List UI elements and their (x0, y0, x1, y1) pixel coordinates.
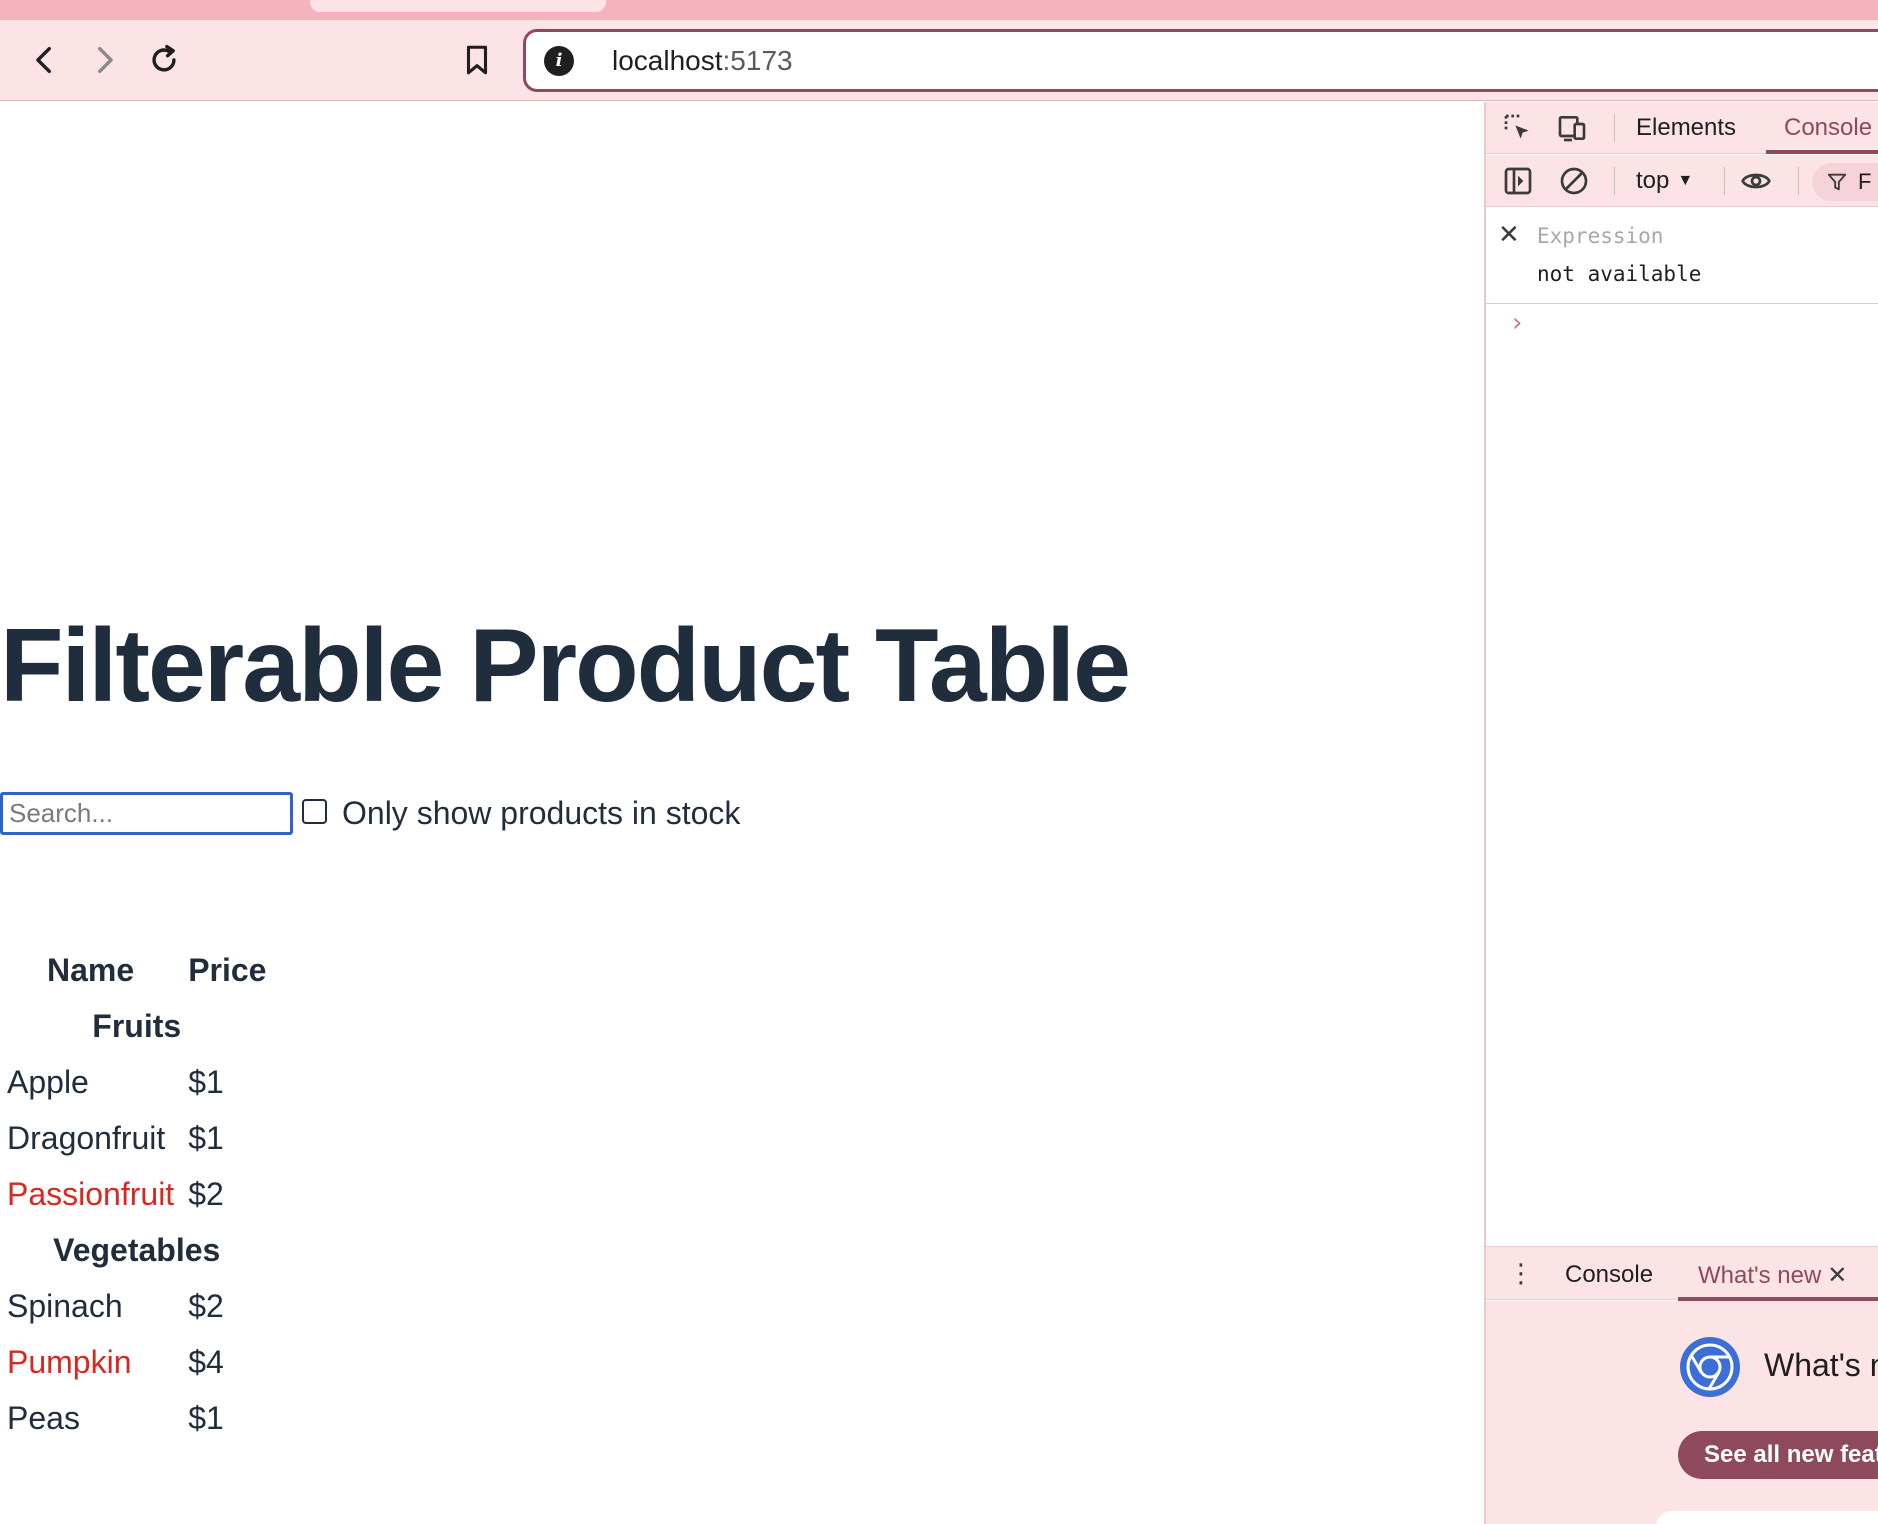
forward-button[interactable] (82, 38, 126, 82)
header-name: Name (47, 951, 135, 988)
inspect-element-icon (1504, 114, 1529, 139)
drawer-tab-bar: ⋮ Console What's new ✕ (1486, 1246, 1878, 1301)
feature-card (1656, 1511, 1878, 1524)
device-toolbar-icon (1558, 116, 1586, 142)
clear-console-icon (1560, 167, 1588, 195)
sidebar-toggle-icon (1504, 167, 1532, 195)
tab-console[interactable]: Console (1784, 114, 1872, 142)
category-row: Fruits (0, 998, 273, 1054)
in-stock-label: Only show products in stock (342, 795, 741, 831)
inspect-element-button[interactable] (1502, 112, 1534, 144)
toolbar-separator (1724, 167, 1725, 195)
category-fruits: Fruits (92, 1007, 182, 1044)
devtools-panel: Elements Console top ▼ F ✕ Expression not… (1484, 102, 1878, 1524)
product-price: $4 (188, 1343, 224, 1380)
product-name: Dragonfruit (7, 1119, 166, 1156)
context-value: top (1636, 167, 1670, 194)
product-table: Name Price Fruits Apple $1 Dragonfruit $… (0, 942, 273, 1446)
filter-icon (1827, 173, 1847, 191)
active-browser-tab[interactable] (310, 0, 606, 12)
category-row: Vegetables (0, 1222, 273, 1278)
product-price: $1 (188, 1399, 224, 1436)
bookmark-icon (466, 45, 488, 75)
product-name: Peas (7, 1399, 80, 1436)
forward-icon (98, 46, 113, 74)
search-input[interactable] (0, 792, 293, 835)
browser-toolbar: i localhost:5173 (0, 20, 1878, 101)
close-icon[interactable]: ✕ (1498, 220, 1520, 250)
eye-icon (1741, 173, 1771, 189)
url-text: localhost:5173 (612, 45, 793, 77)
page-title: Filterable Product Table (0, 608, 1131, 724)
drawer-tab-whats-new[interactable]: What's new ✕ (1698, 1261, 1847, 1290)
product-price: $1 (188, 1119, 224, 1156)
show-sidebar-button[interactable] (1502, 165, 1534, 197)
see-all-features-button[interactable]: See all new feat (1678, 1431, 1878, 1479)
table-row: Apple $1 (0, 1054, 273, 1110)
drawer-tab-console[interactable]: Console (1565, 1261, 1653, 1289)
device-toolbar-button[interactable] (1556, 112, 1588, 144)
expression-value: not available (1537, 262, 1702, 286)
site-info-icon[interactable]: i (544, 45, 574, 76)
toolbar-separator (1798, 167, 1799, 195)
active-tab-indicator (1766, 150, 1878, 154)
category-vegetables: Vegetables (53, 1231, 221, 1268)
dropdown-caret-icon: ▼ (1677, 172, 1694, 189)
table-header-row: Name Price (0, 942, 273, 998)
url-host: localhost (612, 44, 723, 76)
live-expression-button[interactable] (1740, 165, 1772, 197)
address-bar[interactable]: i localhost:5173 (523, 29, 1878, 92)
devtools-tab-bar: Elements Console (1486, 102, 1878, 154)
more-tools-icon[interactable]: ⋮ (1508, 1259, 1534, 1289)
product-name: Spinach (7, 1287, 123, 1324)
console-prompt-icon[interactable]: › (1512, 308, 1522, 338)
bookmark-button[interactable] (455, 38, 499, 82)
live-expression: ✕ Expression not available (1486, 208, 1878, 304)
table-row: Spinach $2 (0, 1278, 273, 1334)
product-name-out-of-stock: Pumpkin (7, 1343, 132, 1380)
search-bar: Only show products in stock (0, 792, 740, 835)
product-price: $2 (188, 1175, 224, 1212)
in-stock-checkbox[interactable] (302, 799, 327, 824)
back-button[interactable] (23, 38, 67, 82)
back-icon (36, 46, 51, 74)
drawer-tab-label: What's new (1698, 1262, 1822, 1289)
tab-elements[interactable]: Elements (1636, 114, 1736, 142)
header-price: Price (188, 951, 267, 988)
table-row: Pumpkin $4 (0, 1334, 273, 1390)
url-port: :5173 (722, 44, 793, 76)
reload-button[interactable] (142, 38, 186, 82)
chrome-logo-icon (1680, 1337, 1740, 1397)
product-name-out-of-stock: Passionfruit (7, 1175, 175, 1212)
product-price: $1 (188, 1063, 224, 1100)
table-row: Peas $1 (0, 1390, 273, 1446)
page-viewport: Filterable Product Table Only show produ… (0, 102, 1484, 1524)
table-row: Dragonfruit $1 (0, 1110, 273, 1166)
whats-new-panel: What's n See all new feat (1486, 1301, 1878, 1524)
console-toolbar: top ▼ F (1486, 155, 1878, 207)
filter-input[interactable]: F (1812, 163, 1878, 201)
toolbar-separator (1614, 167, 1615, 195)
table-row: Passionfruit $2 (0, 1166, 273, 1222)
product-price: $2 (188, 1287, 224, 1324)
whats-new-title: What's n (1764, 1347, 1878, 1383)
product-name: Apple (7, 1063, 89, 1100)
toolbar-separator (1614, 114, 1615, 142)
clear-console-button[interactable] (1558, 165, 1590, 197)
expression-input[interactable]: Expression (1537, 224, 1663, 248)
filter-placeholder: F (1858, 169, 1872, 194)
context-selector[interactable]: top ▼ (1636, 167, 1693, 195)
reload-icon (152, 44, 176, 72)
tab-strip (0, 0, 1878, 20)
close-tab-icon[interactable]: ✕ (1827, 1261, 1847, 1289)
